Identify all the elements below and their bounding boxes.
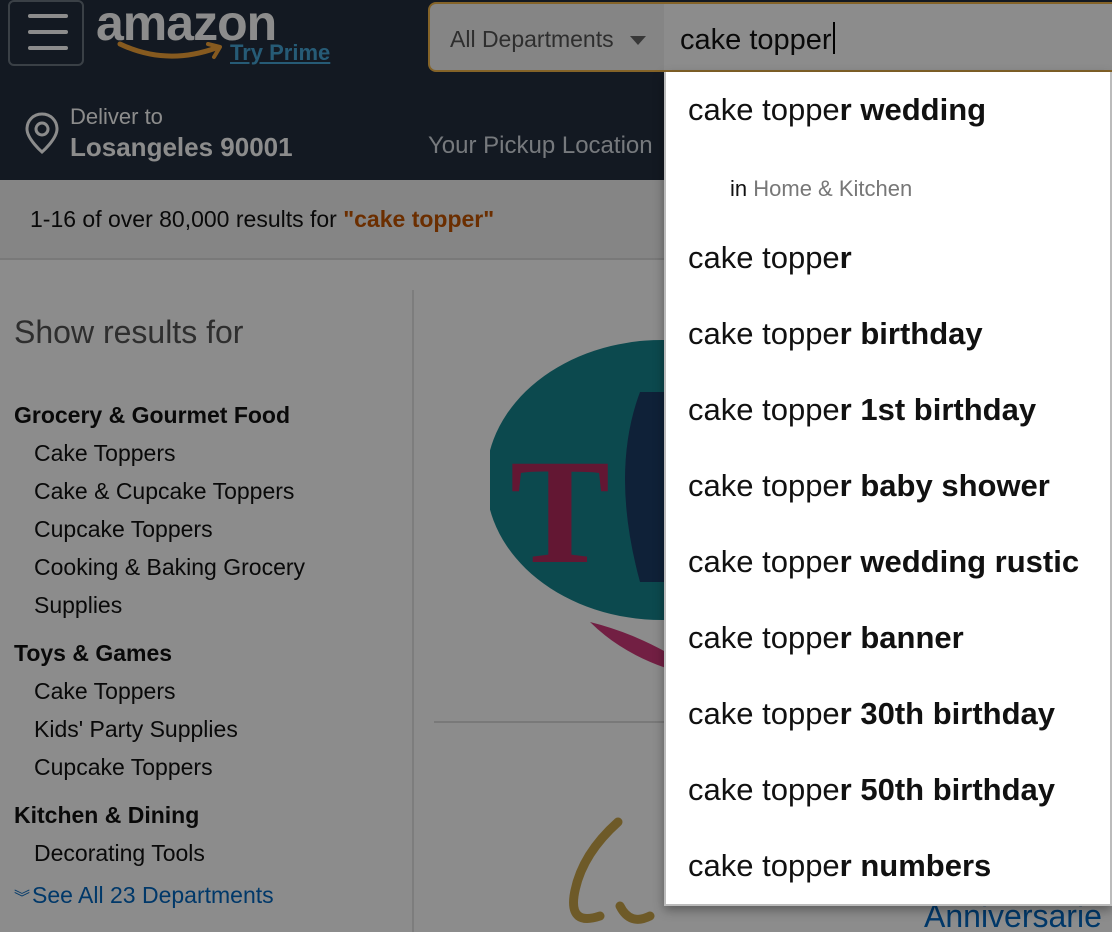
suggestion-item[interactable]: cake topper birthday: [688, 316, 983, 352]
text-cursor: [832, 22, 835, 54]
menu-bar-icon: [28, 46, 68, 50]
menu-bar-icon: [28, 30, 68, 34]
suggestion-item[interactable]: cake topper banner: [688, 620, 964, 656]
amazon-logo[interactable]: amazon Try Prime: [96, 0, 356, 68]
department-select[interactable]: All Departments: [428, 2, 664, 72]
delivery-location: Losangeles 90001: [70, 132, 293, 162]
search-query-text: cake topper: [680, 24, 832, 56]
deliver-to-location[interactable]: Deliver to Losangeles 90001: [0, 100, 420, 172]
pickup-location-link[interactable]: Your Pickup Location: [428, 132, 653, 160]
search-input[interactable]: cake topper: [664, 2, 1112, 72]
category-item[interactable]: Supplies: [34, 592, 122, 619]
category-title[interactable]: Toys & Games: [14, 640, 172, 667]
category-item[interactable]: Cooking & Baking Grocery: [34, 554, 305, 581]
location-pin-icon: [25, 112, 59, 154]
show-results-heading: Show results for: [14, 314, 244, 350]
category-title[interactable]: Grocery & Gourmet Food: [14, 402, 290, 429]
suggestion-item[interactable]: cake topper 50th birthday: [688, 772, 1055, 808]
category-item[interactable]: Cake Toppers: [34, 678, 176, 705]
menu-bar-icon: [28, 14, 68, 18]
try-prime-link[interactable]: Try Prime: [230, 40, 330, 66]
see-all-departments-link[interactable]: ︾See All 23 Departments: [14, 882, 274, 909]
search-suggestions-dropdown: cake topper wedding in Home & Kitchen ca…: [664, 72, 1112, 906]
caret-down-icon: [630, 36, 646, 45]
department-sidebar: Show results for Grocery & Gourmet Food …: [0, 262, 412, 932]
see-all-label: See All 23 Departments: [32, 882, 274, 908]
sidebar-divider: [412, 290, 414, 932]
category-item[interactable]: Cake Toppers: [34, 440, 176, 467]
suggestion-item[interactable]: cake topper 30th birthday: [688, 696, 1055, 732]
product-image[interactable]: T: [490, 332, 666, 668]
suggestion-item[interactable]: cake topper 1st birthday: [688, 392, 1036, 428]
double-chevron-down-icon: ︾: [14, 890, 31, 907]
suggestion-scope[interactable]: in Home & Kitchen: [730, 176, 912, 202]
department-label: All Departments: [450, 26, 614, 52]
results-count: 1-16 of over 80,000 results for: [30, 206, 344, 232]
suggestion-item[interactable]: cake topper: [688, 240, 852, 276]
category-item[interactable]: Cupcake Toppers: [34, 516, 213, 543]
category-item[interactable]: Cupcake Toppers: [34, 754, 213, 781]
category-item[interactable]: Cake & Cupcake Toppers: [34, 478, 294, 505]
category-title[interactable]: Kitchen & Dining: [14, 802, 199, 829]
suggestion-item[interactable]: cake topper wedding rustic: [688, 544, 1079, 580]
hamburger-menu-button[interactable]: [8, 0, 84, 66]
suggestion-item[interactable]: cake topper wedding: [688, 92, 986, 128]
suggestion-item[interactable]: cake topper numbers: [688, 848, 991, 884]
svg-text:T: T: [510, 429, 610, 595]
product-divider: [434, 721, 674, 723]
deliver-to-label: Deliver to: [70, 104, 163, 129]
suggestion-item[interactable]: cake topper baby shower: [688, 468, 1050, 504]
results-query: "cake topper": [343, 206, 495, 232]
product-image-love[interactable]: [560, 816, 664, 932]
category-item[interactable]: Kids' Party Supplies: [34, 716, 238, 743]
logo-smile-icon: [117, 41, 222, 59]
category-item[interactable]: Decorating Tools: [34, 840, 205, 867]
